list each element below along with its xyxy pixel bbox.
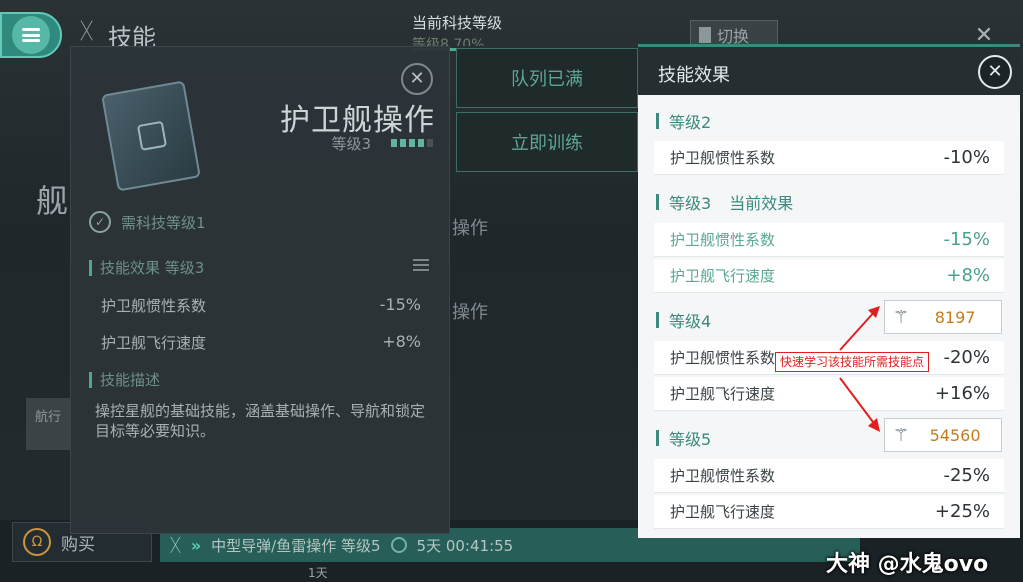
menu-icon	[12, 16, 50, 54]
skill-effects-panel: 技能效果 ✕ 等级2 护卫舰惯性系数 -10% 等级3 当前效果 护卫舰惯性系数…	[638, 44, 1020, 538]
dna-icon: ᚷ	[170, 534, 181, 556]
requirement-text: 需科技等级1	[121, 213, 206, 232]
effect-row: 护卫舰惯性系数 -10%	[654, 141, 1004, 175]
effect-row: 护卫舰飞行速度 +8%	[654, 259, 1004, 293]
skill-point-cost: 54560	[929, 425, 981, 445]
quick-learn-cost-button[interactable]: ⚚ 8197	[884, 300, 1002, 334]
menu-button[interactable]	[0, 12, 62, 58]
effects-panel-title: 技能效果	[658, 65, 730, 86]
quick-learn-cost-button[interactable]: ⚚ 54560	[884, 418, 1002, 452]
skill-card-image	[101, 80, 201, 192]
effects-panel-header: 技能效果 ✕	[638, 47, 1020, 95]
current-effect-tag: 当前效果	[729, 194, 794, 213]
check-icon: ✓	[89, 211, 111, 233]
skill-injector-icon: ⚚	[893, 424, 910, 446]
effect-row: 护卫舰飞行速度 +16%	[654, 377, 1004, 411]
nav-category-label: 航行	[34, 410, 61, 425]
level-heading: 等级5	[656, 426, 711, 450]
description-heading: 技能描述	[89, 369, 160, 390]
tech-level-value: 等级8 70%	[412, 37, 485, 46]
skill-injector-icon: ⚚	[893, 306, 910, 328]
ship-category-label: 舰	[36, 182, 69, 220]
nav-category-button[interactable]: 航行	[26, 398, 70, 450]
queue-time: 5天 00:41:55	[416, 536, 514, 555]
skill-level-pips	[391, 139, 433, 147]
tech-level-label: 当前科技等级	[412, 14, 503, 32]
top-bar: ᚷ 技能 当前科技等级 等级8 70% 切换 ✕	[0, 0, 1023, 58]
skill-list-item[interactable]: 操作	[452, 214, 488, 240]
skill-list-item[interactable]: 操作	[452, 298, 488, 324]
omega-coin-icon: Ω	[23, 528, 51, 556]
close-icon[interactable]: ✕	[401, 63, 433, 95]
timer-icon	[390, 537, 407, 553]
skill-level: 等级3	[331, 135, 371, 153]
effects-heading: 技能效果 等级3	[89, 257, 204, 278]
level-heading: 等级4	[656, 308, 711, 332]
watermark: 大神 @水鬼ovo	[826, 552, 989, 577]
effect-row: 护卫舰飞行速度 +8%	[101, 332, 421, 352]
annotation-tip: 快速学习该技能所需技能点	[775, 352, 930, 372]
switch-icon	[699, 27, 711, 43]
effect-row: 护卫舰惯性系数 -15%	[101, 295, 421, 315]
effect-row: 护卫舰惯性系数 -25%	[654, 459, 1004, 493]
effect-row: 护卫舰惯性系数 -15%	[654, 223, 1004, 257]
menu-lines-icon[interactable]	[413, 259, 429, 271]
chevron-right-icon: »	[190, 535, 202, 555]
queue-full-button[interactable]: 队列已满	[456, 48, 638, 108]
close-icon[interactable]: ✕	[978, 55, 1012, 89]
skill-description: 操控星舰的基础技能，涵盖基础操作、导航和锁定目标等必要知识。	[95, 402, 426, 440]
level-heading: 等级3 当前效果	[656, 190, 793, 214]
dna-icon: ᚷ	[80, 19, 94, 44]
train-now-button[interactable]: 立即训练	[456, 112, 638, 172]
skill-detail-panel: ✕ 护卫舰操作 等级3 ✓ 需科技等级1 技能效果 等级3 护卫舰惯性系数 -1…	[70, 46, 450, 534]
queue-skill-name: 中型导弹/鱼雷操作 等级5	[211, 536, 381, 555]
timeline-day-label: 1天	[308, 566, 328, 580]
requirement-row: ✓ 需科技等级1	[89, 211, 206, 233]
effect-row: 护卫舰飞行速度 +25%	[654, 495, 1004, 529]
skill-point-cost: 8197	[934, 307, 976, 327]
level-heading: 等级2	[656, 109, 711, 133]
